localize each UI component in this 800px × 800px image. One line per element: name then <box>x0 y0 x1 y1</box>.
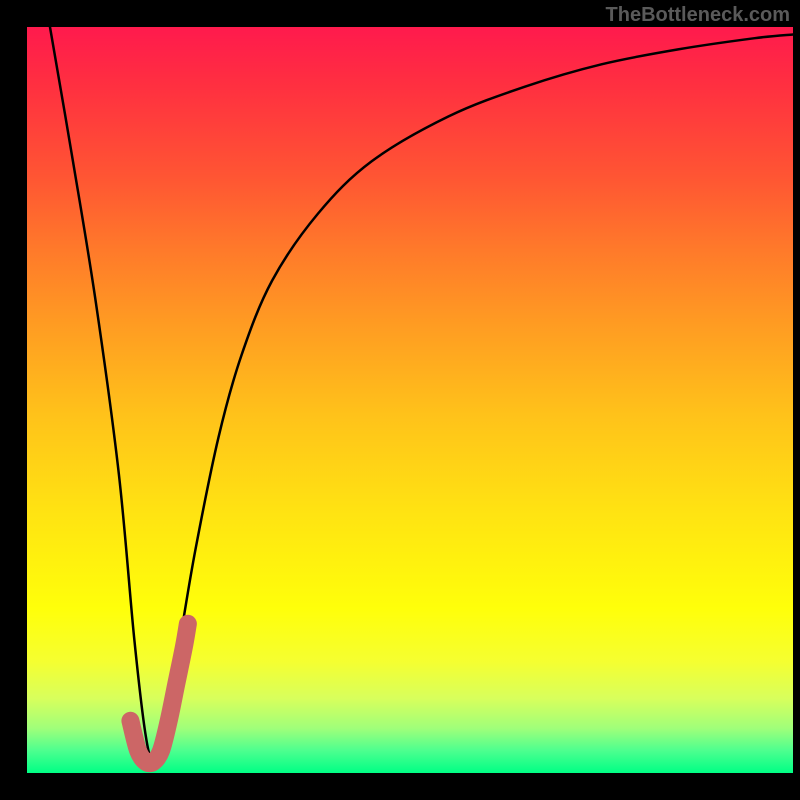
bottleneck-curve <box>50 27 793 758</box>
plot-area <box>27 27 793 773</box>
curve-layer <box>27 27 793 773</box>
chart-container: TheBottleneck.com <box>0 0 800 800</box>
watermark-text: TheBottleneck.com <box>606 4 790 27</box>
